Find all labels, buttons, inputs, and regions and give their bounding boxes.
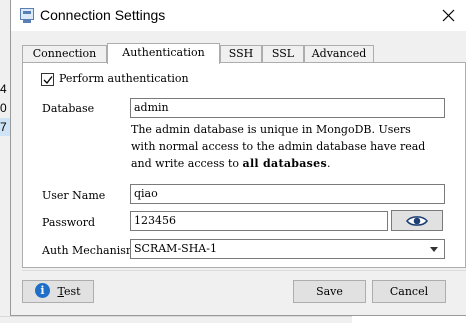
description-line: with normal access to the admin database… [131, 140, 426, 153]
title-bar: Connection Settings [11, 0, 466, 31]
auth-mechanism-select[interactable]: SCRAM-SHA-1 [130, 239, 445, 259]
background-text: 7 [0, 120, 7, 134]
admin-database-description: The admin database is unique in MongoDB.… [131, 121, 449, 172]
description-text: . [326, 157, 331, 170]
background-text: 4 [0, 82, 7, 96]
check-icon [43, 76, 53, 84]
chevron-down-icon [430, 247, 438, 252]
connection-settings-dialog: Connection Settings Connection Authentic… [10, 0, 466, 316]
tab-connection[interactable]: Connection [22, 45, 107, 62]
close-icon [442, 9, 454, 22]
perform-authentication-label: Perform authentication [59, 72, 189, 85]
save-button[interactable]: Save [293, 280, 366, 303]
username-field[interactable]: qiao [130, 184, 445, 204]
auth-mechanism-label: Auth Mechanism [42, 244, 137, 257]
perform-authentication-checkbox[interactable] [41, 73, 54, 86]
database-label: Database [42, 102, 95, 115]
monitor-icon-stand [23, 20, 31, 23]
background-window: 4 0 7 [0, 0, 10, 322]
database-field[interactable]: admin [130, 98, 445, 118]
tab-authentication[interactable]: Authentication [107, 43, 220, 64]
tab-ssl[interactable]: SSL [262, 45, 304, 62]
show-password-button[interactable] [391, 210, 443, 231]
cancel-button[interactable]: Cancel [372, 280, 446, 303]
description-line: The admin database is unique in MongoDB.… [131, 123, 411, 136]
tab-ssh[interactable]: SSH [220, 45, 262, 62]
description-bold: all databases [242, 157, 327, 170]
description-line: and write access to all databases. [131, 155, 449, 172]
password-field[interactable]: 123456 [130, 211, 388, 231]
dialog-title: Connection Settings [40, 7, 166, 23]
password-label: Password [42, 216, 96, 229]
authentication-panel: Perform authentication Database admin Th… [22, 62, 466, 268]
test-button[interactable]: i Test [22, 280, 94, 303]
info-icon: i [35, 283, 50, 298]
username-label: User Name [42, 189, 106, 202]
close-button[interactable] [429, 0, 466, 31]
description-text: and write access to [131, 157, 243, 170]
monitor-icon [20, 8, 34, 20]
background-text: 0 [0, 101, 7, 115]
auth-mechanism-value: SCRAM-SHA-1 [134, 242, 217, 255]
test-button-label: est [63, 285, 81, 298]
eye-icon [406, 215, 428, 226]
footer-divider [22, 270, 466, 271]
tab-advanced[interactable]: Advanced [304, 45, 374, 62]
